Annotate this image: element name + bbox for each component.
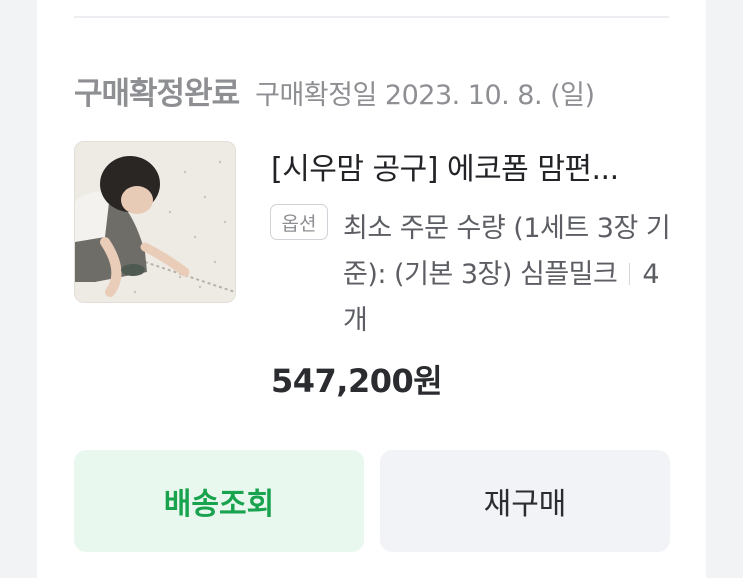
purchase-confirm-date: 구매확정일 2023. 10. 8. (일) xyxy=(255,80,595,111)
order-status: 구매확정완료 xyxy=(74,76,240,112)
product-thumbnail[interactable] xyxy=(74,141,236,303)
order-status-row: 구매확정완료 구매확정일 2023. 10. 8. (일) xyxy=(74,68,595,114)
track-delivery-button[interactable]: 배송조회 xyxy=(74,450,364,552)
option-text: 최소 주문 수량 (1세트 3장 기준): (기본 3장) 심플밀크 xyxy=(343,213,671,290)
rebuy-button[interactable]: 재구매 xyxy=(380,450,670,552)
product-photo-icon xyxy=(75,142,235,302)
product-title[interactable]: [시우맘 공구] 에코폼 맘편... xyxy=(271,144,671,188)
order-card: 구매확정완료 구매확정일 2023. 10. 8. (일) [시우맘 공구] 에… xyxy=(37,0,706,578)
option-badge: 옵션 xyxy=(270,204,328,240)
divider xyxy=(74,16,669,18)
product-price: 547,200원 xyxy=(271,362,443,400)
option-separator xyxy=(629,263,631,285)
option-description: 최소 주문 수량 (1세트 3장 기준): (기본 3장) 심플밀크 4개 xyxy=(343,206,673,344)
